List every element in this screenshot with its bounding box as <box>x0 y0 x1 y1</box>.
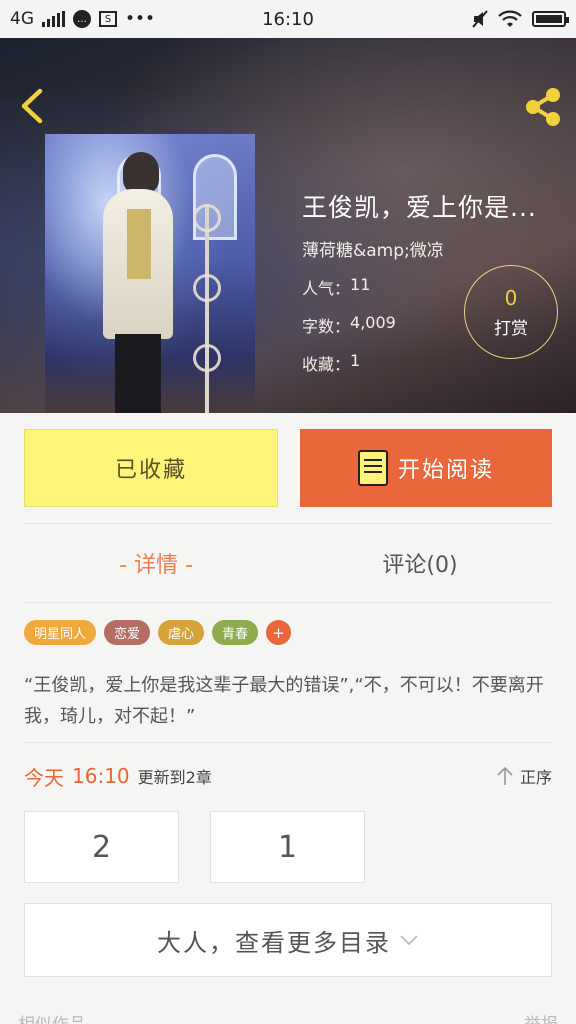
reward-count: 0 <box>504 285 518 310</box>
more-catalog-button[interactable]: 大人，查看更多目录 <box>24 903 552 977</box>
chapter-button[interactable]: 1 <box>210 811 365 883</box>
reward-button[interactable]: 0 打赏 <box>464 265 558 359</box>
battery-icon <box>532 11 569 27</box>
similar-works-heading: 相似作品 <box>18 1010 86 1024</box>
divider <box>24 742 552 743</box>
status-bar: 4G … S ••• 16:10 <box>0 0 576 38</box>
book-author[interactable]: 薄荷糖&amp;微凉 <box>302 236 560 261</box>
tag-list: 明星同人 恋爱 虐心 青春 + <box>24 620 292 645</box>
book-summary: “王俊凯，爱上你是我这辈子最大的错误”,“不，不可以！不要离开我，琦儿，对不起！… <box>24 675 544 727</box>
cover-stand-ornament <box>193 274 221 302</box>
back-icon[interactable] <box>14 86 50 126</box>
book-header: 王俊凯，爱上你是... 薄荷糖&amp;微凉 人气： 11 字数： 4,009 … <box>0 38 576 413</box>
update-day: 今天 <box>24 765 64 790</box>
chapter-button[interactable]: 2 <box>24 811 179 883</box>
start-reading-label: 开始阅读 <box>397 458 494 483</box>
reward-label: 打赏 <box>494 318 528 339</box>
chevron-down-icon <box>400 935 418 946</box>
tab-bar: - 详情 - 评论(0) <box>24 524 552 602</box>
divider <box>24 602 552 603</box>
share-icon[interactable] <box>522 86 564 128</box>
word-count-value: 4,009 <box>350 313 396 332</box>
cover-stand <box>205 204 209 413</box>
book-cover-image[interactable] <box>45 134 255 413</box>
tab-comments[interactable]: 评论(0) <box>288 524 552 602</box>
tag-chip[interactable]: 青春 <box>212 620 259 645</box>
more-catalog-label: 大人，查看更多目录 <box>157 928 391 957</box>
status-time: 16:10 <box>262 8 314 30</box>
sort-order-label: 正序 <box>519 768 552 787</box>
sort-order-button[interactable]: 正序 <box>496 764 552 788</box>
tag-chip[interactable]: 虐心 <box>158 620 205 645</box>
start-reading-button[interactable]: 开始阅读 <box>300 429 552 507</box>
favorites-label: 收藏： <box>302 355 351 374</box>
cover-figure-legs <box>115 334 161 413</box>
add-tag-button[interactable]: + <box>266 620 292 645</box>
popularity-value: 11 <box>350 275 371 294</box>
footer-row: 相似作品 举报 <box>18 1010 558 1024</box>
arrow-up-icon <box>497 766 513 785</box>
cover-stand-ornament <box>193 344 221 372</box>
update-time: 16:10 <box>72 764 130 788</box>
update-info: 今天 16:10 更新到2章 正序 <box>24 760 552 792</box>
word-count-label: 字数： <box>302 317 351 336</box>
tag-chip[interactable]: 明星同人 <box>24 620 97 645</box>
update-text: 更新到2章 <box>137 768 212 787</box>
book-title: 王俊凯，爱上你是... <box>302 193 537 222</box>
cover-stand-ornament <box>193 204 221 232</box>
action-bar: 已收藏 开始阅读 <box>24 429 552 507</box>
favorites-value: 1 <box>350 351 361 370</box>
cover-figure-head <box>123 152 159 194</box>
popularity-label: 人气： <box>302 279 351 298</box>
book-icon <box>357 450 388 486</box>
collected-button[interactable]: 已收藏 <box>24 429 278 507</box>
tab-details[interactable]: - 详情 - <box>24 524 288 602</box>
report-link[interactable]: 举报 <box>524 1010 558 1024</box>
tag-chip[interactable]: 恋爱 <box>104 620 151 645</box>
cover-figure-vest <box>127 209 151 279</box>
